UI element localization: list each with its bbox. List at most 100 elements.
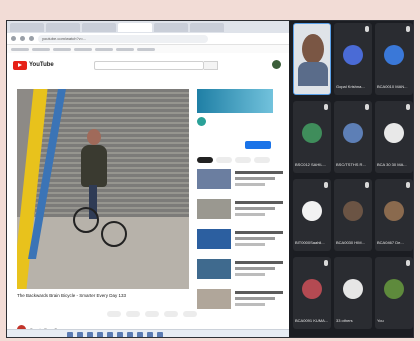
participant-avatar bbox=[384, 279, 404, 299]
youtube-search-input[interactable] bbox=[93, 60, 204, 70]
participant-tile[interactable]: Gopal Krishna... bbox=[334, 23, 372, 95]
related-video[interactable] bbox=[197, 289, 285, 315]
bookmarks-bar bbox=[7, 45, 289, 53]
related-video-thumbnail[interactable] bbox=[197, 229, 231, 249]
video-player[interactable] bbox=[17, 89, 189, 289]
browser-tab[interactable] bbox=[190, 22, 224, 32]
related-video-channel bbox=[235, 237, 275, 240]
browser-tab[interactable] bbox=[82, 22, 116, 32]
others-avatar bbox=[343, 279, 363, 299]
bookmark[interactable] bbox=[11, 47, 29, 51]
taskbar-app-icon[interactable] bbox=[107, 331, 113, 337]
participant-avatar bbox=[302, 123, 322, 143]
participant-avatar bbox=[384, 45, 404, 65]
share-button[interactable] bbox=[145, 311, 159, 317]
mic-off-icon bbox=[365, 104, 369, 110]
bookmark[interactable] bbox=[95, 47, 113, 51]
mic-off-icon bbox=[406, 182, 410, 188]
related-video[interactable] bbox=[197, 169, 285, 195]
related-video-thumbnail[interactable] bbox=[197, 199, 231, 219]
browser-tab-bar bbox=[7, 21, 289, 33]
browser-tab-active[interactable] bbox=[118, 22, 152, 32]
filter-chip[interactable] bbox=[197, 157, 213, 163]
taskbar-app-icon[interactable] bbox=[147, 331, 153, 337]
browser-tab[interactable] bbox=[154, 22, 188, 32]
participant-tile[interactable]: BCA 30 30 MA... bbox=[375, 101, 413, 173]
related-video[interactable] bbox=[197, 229, 285, 255]
like-button[interactable] bbox=[107, 311, 121, 317]
youtube-header: YouTube bbox=[7, 54, 289, 76]
mic-off-icon bbox=[406, 26, 410, 32]
taskbar-app-icon[interactable] bbox=[77, 331, 83, 337]
filter-chip[interactable] bbox=[254, 157, 270, 163]
bookmark[interactable] bbox=[53, 47, 71, 51]
bicycle-wheel bbox=[73, 207, 99, 233]
account-avatar[interactable] bbox=[272, 60, 281, 69]
participant-avatar bbox=[343, 201, 363, 221]
taskbar-app-icon[interactable] bbox=[67, 331, 73, 337]
taskbar-app-icon[interactable] bbox=[137, 331, 143, 337]
taskbar-app-icon[interactable] bbox=[97, 331, 103, 337]
mic-off-icon bbox=[324, 182, 328, 188]
participant-tile-others[interactable]: 33 others bbox=[334, 257, 372, 329]
more-button[interactable] bbox=[183, 311, 197, 317]
youtube-logo-icon[interactable] bbox=[13, 60, 27, 70]
others-count: 33 others bbox=[336, 318, 353, 323]
related-video-meta bbox=[235, 303, 265, 306]
meeting-window: youtube.com/watch?v=... YouTube The Back… bbox=[6, 20, 414, 338]
search-icon[interactable] bbox=[203, 60, 218, 70]
participant-avatar bbox=[343, 45, 363, 65]
participant-tile[interactable]: BIT0000Saahil... bbox=[293, 179, 331, 251]
bookmark[interactable] bbox=[137, 47, 155, 51]
bookmark[interactable] bbox=[32, 47, 50, 51]
filter-chip[interactable] bbox=[216, 157, 232, 163]
participant-avatar bbox=[343, 123, 363, 143]
browser-tab[interactable] bbox=[10, 22, 44, 32]
participant-tile[interactable]: BCA0010 MAN... bbox=[375, 23, 413, 95]
bookmark[interactable] bbox=[74, 47, 92, 51]
participant-name: BSC012 SAHIL... bbox=[295, 162, 326, 167]
participant-avatar bbox=[384, 123, 404, 143]
dislike-button[interactable] bbox=[126, 311, 140, 317]
participant-tile[interactable]: BCA0091 KUMA... bbox=[293, 257, 331, 329]
participant-tile-self[interactable] bbox=[293, 23, 331, 95]
taskbar-app-icon[interactable] bbox=[157, 331, 163, 337]
related-video[interactable] bbox=[197, 199, 285, 225]
participant-tile[interactable]: BSC/TSTHS R... bbox=[334, 101, 372, 173]
participant-avatar bbox=[302, 201, 322, 221]
bookmark[interactable] bbox=[116, 47, 134, 51]
ad-info-row bbox=[197, 117, 206, 126]
related-video-thumbnail[interactable] bbox=[197, 259, 231, 279]
taskbar-app-icon[interactable] bbox=[117, 331, 123, 337]
related-video[interactable] bbox=[197, 259, 285, 285]
participant-tile[interactable]: BSC012 SAHIL... bbox=[293, 101, 331, 173]
taskbar-app-icon[interactable] bbox=[87, 331, 93, 337]
related-video-thumbnail[interactable] bbox=[197, 169, 231, 189]
related-video-channel bbox=[235, 267, 275, 270]
ad-banner[interactable] bbox=[197, 89, 273, 113]
related-video-channel bbox=[235, 207, 275, 210]
youtube-wordmark[interactable]: YouTube bbox=[29, 62, 54, 68]
participant-avatar bbox=[384, 201, 404, 221]
participant-video bbox=[302, 34, 324, 64]
related-video-title bbox=[235, 261, 283, 264]
ad-cta-button[interactable] bbox=[245, 141, 271, 149]
ad-icon bbox=[197, 117, 206, 126]
related-video-thumbnail[interactable] bbox=[197, 289, 231, 309]
shared-screen: youtube.com/watch?v=... YouTube The Back… bbox=[7, 21, 289, 337]
participant-tile[interactable]: BCA0467 De... bbox=[375, 179, 413, 251]
windows-taskbar bbox=[7, 329, 289, 337]
url-field[interactable]: youtube.com/watch?v=... bbox=[38, 34, 208, 43]
save-button[interactable] bbox=[164, 311, 178, 317]
related-video-title bbox=[235, 171, 283, 174]
related-video-channel bbox=[235, 297, 275, 300]
back-icon[interactable] bbox=[11, 36, 16, 41]
filter-chip[interactable] bbox=[235, 157, 251, 163]
browser-tab[interactable] bbox=[46, 22, 80, 32]
participant-tile[interactable]: You bbox=[375, 257, 413, 329]
reload-icon[interactable] bbox=[29, 36, 34, 41]
taskbar-app-icon[interactable] bbox=[127, 331, 133, 337]
participant-tile[interactable]: BCA0030 HIM... bbox=[334, 179, 372, 251]
participant-grid: Gopal Krishna... BCA0010 MAN... BSC012 S… bbox=[291, 21, 413, 337]
forward-icon[interactable] bbox=[20, 36, 25, 41]
